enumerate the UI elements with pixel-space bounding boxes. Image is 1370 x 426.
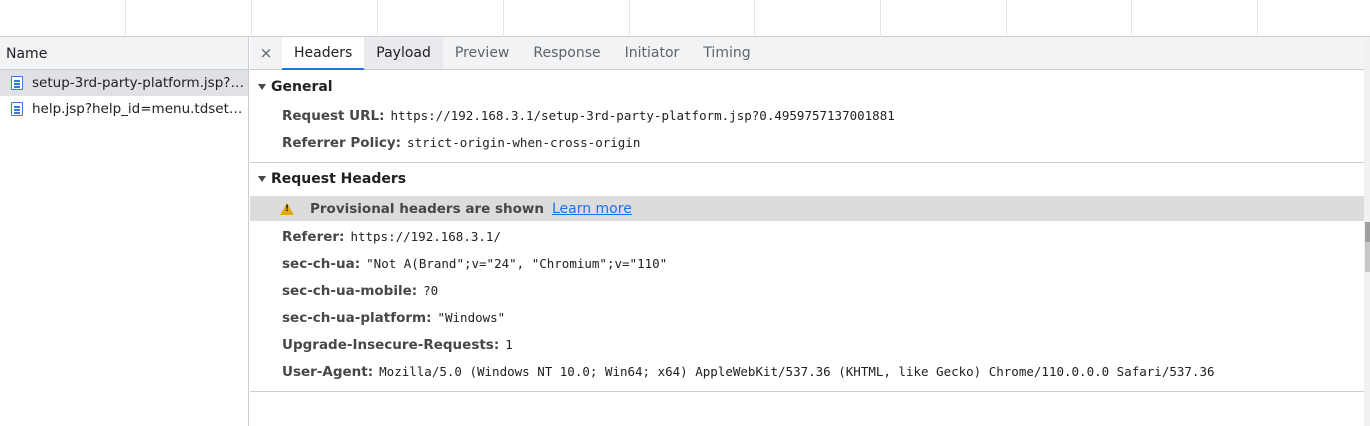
header-row: Referer: https://192.168.3.1/ (250, 223, 1364, 250)
request-list-panel: Name setup-3rd-party-platform.jsp?0.4959… (0, 37, 249, 426)
header-value[interactable]: https://192.168.3.1/ (350, 229, 501, 244)
request-row[interactable]: help.jsp?help_id=menu.tdsetup (0, 96, 248, 122)
header-row: User-Agent: Mozilla/5.0 (Windows NT 10.0;… (250, 358, 1364, 385)
tab-headers[interactable]: Headers (282, 37, 365, 70)
timeline-gridline (1006, 0, 1007, 37)
header-key: User-Agent: (282, 364, 374, 380)
referrer-policy-label: Referrer Policy: (282, 135, 402, 151)
request-headers-section-header[interactable]: Request Headers (250, 164, 1364, 194)
header-value[interactable]: Mozilla/5.0 (Windows NT 10.0; Win64; x64… (379, 364, 1214, 379)
request-row[interactable]: setup-3rd-party-platform.jsp?0.495975713… (0, 70, 248, 96)
header-value[interactable]: 1 (505, 337, 513, 352)
request-url-label: Request URL: (282, 108, 385, 124)
header-key: Upgrade-Insecure-Requests: (282, 337, 500, 353)
learn-more-link[interactable]: Learn more (552, 201, 632, 217)
referrer-policy-row: Referrer Policy: strict-origin-when-cross… (250, 129, 1364, 156)
expand-triangle-icon (258, 84, 266, 90)
header-value[interactable]: ?0 (423, 283, 438, 298)
timeline-gridline (1131, 0, 1132, 37)
header-row: sec-ch-ua-mobile: ?0 (250, 277, 1364, 304)
close-icon[interactable]: × (250, 37, 282, 69)
request-headers-title: Request Headers (271, 171, 407, 187)
request-details-panel: × Headers Payload Preview Response Initi… (250, 37, 1364, 426)
scrollbar-marker (1365, 242, 1370, 272)
name-column-header[interactable]: Name (0, 37, 248, 70)
tab-timing[interactable]: Timing (691, 37, 762, 69)
header-value[interactable]: "Not A(Brand";v="24", "Chromium";v="110" (366, 256, 667, 271)
general-title: General (271, 79, 333, 95)
header-value[interactable]: "Windows" (437, 310, 505, 325)
timeline-gridline (251, 0, 252, 37)
document-icon (11, 76, 23, 90)
general-section: General Request URL: https://192.168.3.1/… (250, 72, 1364, 163)
general-section-header[interactable]: General (250, 72, 1364, 102)
header-key: sec-ch-ua-platform: (282, 310, 432, 326)
tab-initiator[interactable]: Initiator (613, 37, 692, 69)
tab-response[interactable]: Response (521, 37, 612, 69)
document-icon (11, 102, 23, 116)
provisional-headers-warning: Provisional headers are shown Learn more (250, 196, 1364, 221)
timeline-gridline (754, 0, 755, 37)
details-tab-bar: × Headers Payload Preview Response Initi… (250, 37, 1364, 70)
request-name: setup-3rd-party-platform.jsp?0.495975713… (32, 75, 244, 91)
request-url-row: Request URL: https://192.168.3.1/setup-3r… (250, 102, 1364, 129)
timeline-gridline (880, 0, 881, 37)
header-key: Referer: (282, 229, 345, 245)
request-name: help.jsp?help_id=menu.tdsetup (32, 101, 244, 117)
tab-preview[interactable]: Preview (443, 37, 522, 69)
vertical-scrollbar[interactable] (1364, 37, 1370, 426)
timeline-gridline (125, 0, 126, 37)
referrer-policy-value[interactable]: strict-origin-when-cross-origin (407, 135, 640, 150)
header-row: Upgrade-Insecure-Requests: 1 (250, 331, 1364, 358)
header-key: sec-ch-ua: (282, 256, 361, 272)
warning-icon (280, 202, 294, 215)
expand-triangle-icon (258, 176, 266, 182)
warning-text: Provisional headers are shown (310, 200, 544, 217)
header-key: sec-ch-ua-mobile: (282, 283, 418, 299)
scrollbar-thumb[interactable] (1365, 222, 1370, 244)
timeline-gridline (1257, 0, 1258, 37)
tab-payload[interactable]: Payload (364, 37, 443, 69)
timeline-gridline (629, 0, 630, 37)
timeline-gridline (377, 0, 378, 37)
request-url-value[interactable]: https://192.168.3.1/setup-3rd-party-plat… (391, 108, 895, 123)
network-timeline-overview[interactable] (0, 0, 1370, 37)
header-row: sec-ch-ua: "Not A(Brand";v="24", "Chromiu… (250, 250, 1364, 277)
timeline-gridline (503, 0, 504, 37)
request-headers-section: Request Headers Provisional headers are … (250, 164, 1364, 392)
header-row: sec-ch-ua-platform: "Windows" (250, 304, 1364, 331)
